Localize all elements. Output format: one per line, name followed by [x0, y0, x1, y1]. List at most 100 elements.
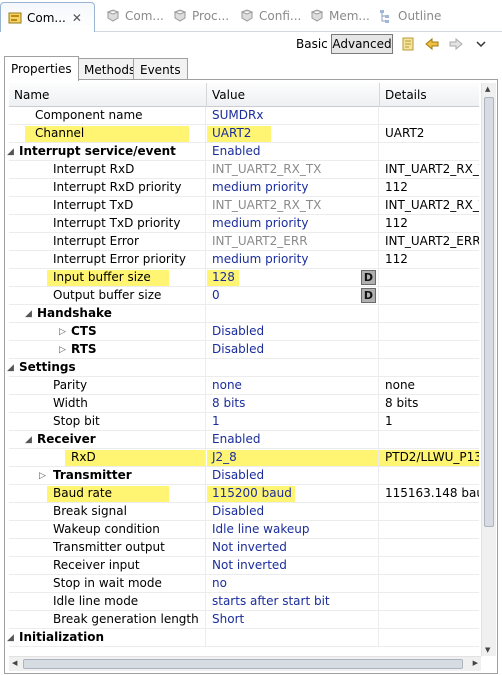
property-details	[380, 521, 479, 539]
property-value[interactable]: INT_UART2_ERR	[207, 233, 379, 251]
table-row[interactable]: ◢ Receiver Enabled	[9, 431, 479, 449]
property-value[interactable]: Not inverted	[207, 557, 379, 575]
property-value[interactable]: 115200 baud	[207, 485, 379, 503]
default-value-button[interactable]: D	[361, 270, 376, 285]
tab-label: Outline	[398, 9, 442, 23]
tab-component-inspector[interactable]: Com... ✕	[0, 2, 95, 32]
tab-memory-map[interactable]: Mem...	[303, 3, 370, 29]
table-row[interactable]: Output buffer size 0 D	[9, 287, 479, 305]
property-value[interactable]: 8 bits	[207, 395, 379, 413]
column-header-value[interactable]: Value	[207, 83, 380, 107]
property-details	[380, 359, 479, 377]
vertical-scrollbar[interactable]: ▲ ▼	[481, 83, 496, 656]
table-row[interactable]: ▷ RTS Disabled	[9, 341, 479, 359]
table-row[interactable]: Interrupt Error priority medium priority 1…	[9, 251, 479, 269]
table-row[interactable]: Width 8 bits 8 bits	[9, 395, 479, 413]
table-row[interactable]: Receiver input Not inverted	[9, 557, 479, 575]
table-row[interactable]: Interrupt TxD INT_UART2_RX_TX INT_UART2_RX…	[9, 197, 479, 215]
property-value[interactable]: Disabled	[207, 503, 379, 521]
property-name: Settings	[9, 359, 206, 377]
close-icon[interactable]: ✕	[72, 11, 82, 25]
property-value[interactable]	[207, 629, 379, 647]
table-row[interactable]: Baud rate115200 baud 115163.148 baud	[9, 485, 479, 503]
property-value[interactable]: INT_UART2_RX_TX	[207, 197, 379, 215]
property-details: 112	[385, 252, 408, 266]
table-row[interactable]: ◢ Initialization	[7, 629, 479, 647]
property-value[interactable]: UART2	[207, 125, 379, 143]
property-value[interactable]: 128	[207, 269, 379, 287]
tab-components-library[interactable]: Com...	[99, 3, 164, 29]
tab-properties[interactable]: Properties	[4, 56, 79, 81]
scroll-down-icon[interactable]: ▼	[485, 646, 490, 654]
column-header-name[interactable]: Name	[9, 83, 207, 107]
property-name: Initialization	[9, 629, 206, 647]
property-value[interactable]: none	[207, 377, 379, 395]
table-row[interactable]: ◢ Settings	[7, 359, 479, 377]
property-value[interactable]: 0	[207, 287, 379, 305]
scroll-left-icon[interactable]: ◀	[12, 659, 17, 667]
table-row[interactable]: Interrupt TxD priority medium priority 112	[9, 215, 479, 233]
advanced-mode-button[interactable]: Advanced	[331, 34, 393, 54]
table-row[interactable]: ◢ Interrupt service/event Enabled	[7, 143, 479, 161]
table-row[interactable]: Stop bit 1 1	[9, 413, 479, 431]
property-value[interactable]: Disabled	[207, 323, 379, 341]
table-row[interactable]: Parity none none	[9, 377, 479, 395]
property-value[interactable]	[207, 359, 379, 377]
table-row[interactable]: Component name SUMDRx	[9, 107, 479, 125]
column-header-details[interactable]: Details	[380, 83, 479, 107]
forward-arrow-icon[interactable]	[447, 35, 465, 53]
table-row[interactable]: Stop in wait mode no	[9, 575, 479, 593]
property-value[interactable]: SUMDRx	[207, 107, 379, 125]
property-name: Break generation length	[9, 611, 206, 629]
table-row[interactable]: Interrupt RxD INT_UART2_RX_TX INT_UART2_RX…	[9, 161, 479, 179]
tab-outline[interactable]: Outline	[372, 3, 441, 29]
table-row[interactable]: Interrupt Error INT_UART2_ERR INT_UART2_ER…	[9, 233, 479, 251]
horizontal-scroll-thumb[interactable]	[23, 659, 463, 669]
property-value[interactable]: Short	[207, 611, 379, 629]
property-value[interactable]: starts after start bit	[207, 593, 379, 611]
property-value[interactable]: Idle line wakeup	[207, 521, 379, 539]
property-name: Component name	[9, 107, 206, 125]
property-value[interactable]: INT_UART2_RX_TX	[207, 161, 379, 179]
help-page-icon[interactable]	[399, 35, 417, 53]
table-row[interactable]: Channel UART2 UART2	[9, 125, 479, 143]
property-details	[380, 539, 479, 557]
table-row[interactable]: RxD J2_8 PTD2/LLWU_P13/	[9, 449, 479, 467]
basic-mode-button[interactable]: Basic	[296, 37, 328, 51]
table-row[interactable]: Wakeup condition Idle line wakeup	[9, 521, 479, 539]
table-row[interactable]: Break generation length Short	[9, 611, 479, 629]
tab-processor-expert[interactable]: Proc...	[166, 3, 229, 29]
property-name: Interrupt TxD priority	[9, 215, 206, 233]
table-row[interactable]: Input buffer size 128 D	[9, 269, 479, 287]
horizontal-scrollbar[interactable]: ◀ ▶	[9, 656, 481, 671]
vertical-scroll-thumb[interactable]	[484, 97, 494, 527]
view-menu-icon[interactable]	[472, 35, 490, 53]
tab-configurations[interactable]: Confi...	[233, 3, 301, 29]
property-value[interactable]: medium priority	[207, 179, 379, 197]
property-details: INT_UART2_RX_T...	[385, 198, 479, 212]
property-value[interactable]: Not inverted	[207, 539, 379, 557]
default-value-button[interactable]: D	[361, 288, 376, 303]
back-arrow-icon[interactable]	[423, 35, 441, 53]
table-row[interactable]: Break signal Disabled	[9, 503, 479, 521]
property-value[interactable]: Enabled	[207, 431, 379, 449]
table-row[interactable]: Interrupt RxD priority medium priority 112	[9, 179, 479, 197]
table-row[interactable]: ▷ Transmitter Disabled	[9, 467, 479, 485]
property-value[interactable]: medium priority	[207, 215, 379, 233]
property-name: Parity	[9, 377, 206, 395]
table-row[interactable]: Transmitter output Not inverted	[9, 539, 479, 557]
property-value[interactable]: medium priority	[207, 251, 379, 269]
property-value[interactable]: 1	[207, 413, 379, 431]
property-value[interactable]	[207, 305, 379, 323]
property-value[interactable]: Disabled	[207, 341, 379, 359]
property-value[interactable]: no	[207, 575, 379, 593]
tab-events[interactable]: Events	[133, 58, 188, 80]
table-row[interactable]: ◢ Handshake	[9, 305, 479, 323]
property-value[interactable]: Disabled	[207, 467, 379, 485]
scroll-right-icon[interactable]: ▶	[473, 659, 478, 667]
table-row[interactable]: Idle line mode starts after start bit	[9, 593, 479, 611]
property-value[interactable]: J2_8	[207, 449, 379, 467]
table-row[interactable]: ▷ CTS Disabled	[9, 323, 479, 341]
property-value[interactable]: Enabled	[207, 143, 379, 161]
scroll-up-icon[interactable]: ▲	[485, 85, 490, 93]
